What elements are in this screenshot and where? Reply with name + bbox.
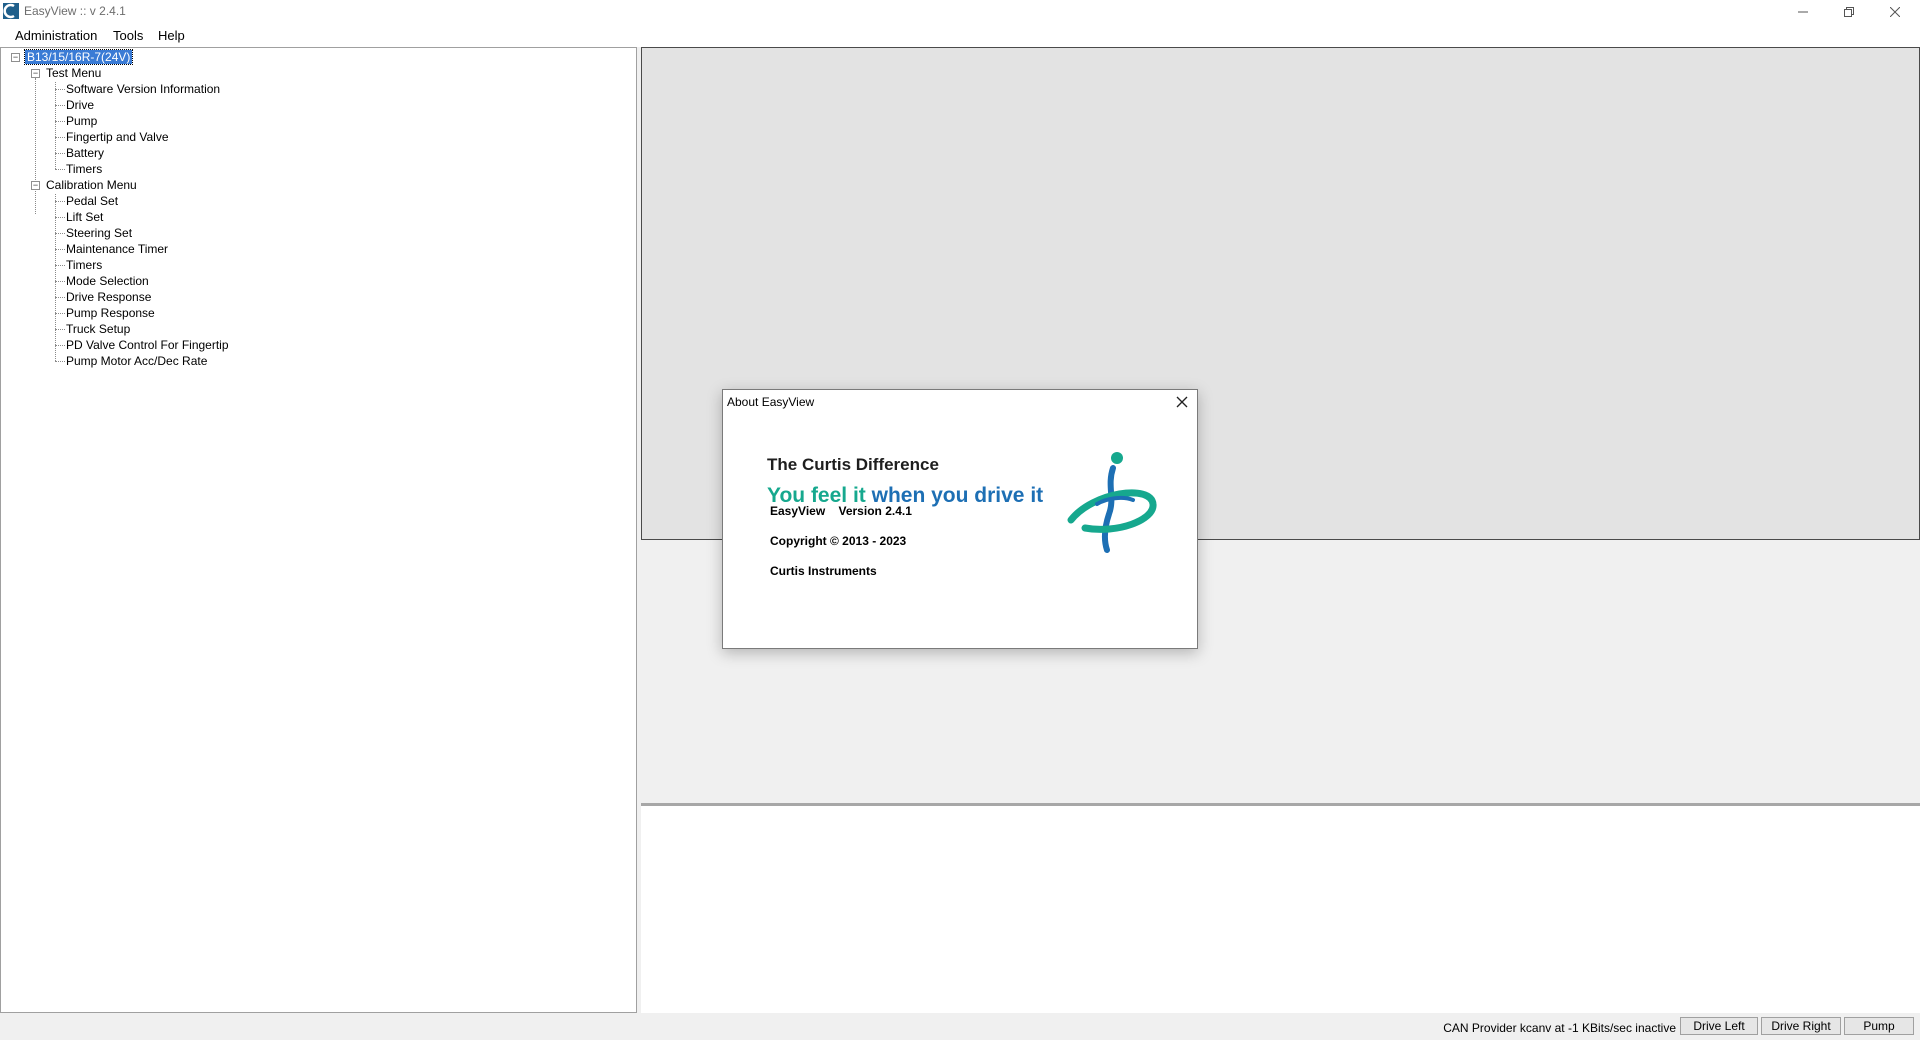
tree-item-drive-response[interactable]: Drive Response [66,290,151,304]
tree-root-label: B13/15/16R-7(24V) [23,49,134,65]
tree-item-mode-selection[interactable]: Mode Selection [66,274,149,288]
menu-administration[interactable]: Administration [15,28,97,43]
tree-item-fingertip-and-valve[interactable]: Fingertip and Valve [66,130,169,144]
tree-item-pump[interactable]: Pump [66,114,97,128]
tree-item-pedal-set[interactable]: Pedal Set [66,194,118,208]
close-button[interactable] [1872,0,1918,23]
root-collapse-toggle[interactable]: − [11,53,20,62]
restore-icon [1844,6,1854,17]
title-bar: EasyView :: v 2.4.1 [0,0,1920,23]
tree-item-steering-set[interactable]: Steering Set [66,226,132,240]
tree-item-drive[interactable]: Drive [66,98,94,112]
test-menu-collapse-toggle[interactable]: − [31,69,40,78]
menu-help[interactable]: Help [158,28,185,43]
tree-item-pump-motor-acc-dec-rate[interactable]: Pump Motor Acc/Dec Rate [66,354,207,368]
curtis-logo-icon [1067,452,1157,553]
app-icon [3,3,19,19]
navigation-tree: − B13/15/16R-7(24V) − Test Menu Software… [0,47,637,1013]
tree-group-calibration-menu[interactable]: Calibration Menu [46,178,137,192]
tree-group-test-menu[interactable]: Test Menu [46,66,101,80]
about-version: Version 2.4.1 [838,504,912,518]
tree-item-pump-response[interactable]: Pump Response [66,306,155,320]
drive-right-indicator[interactable]: Drive Right [1761,1017,1841,1035]
output-pane [641,806,1920,1013]
curtis-heading: The Curtis Difference [767,455,939,474]
tree-item-lift-set[interactable]: Lift Set [66,210,103,224]
menu-tools[interactable]: Tools [113,28,143,43]
restore-button[interactable] [1826,0,1872,23]
drive-left-indicator[interactable]: Drive Left [1680,1017,1758,1035]
close-icon[interactable] [1173,393,1191,411]
can-status-text: CAN Provider kcanv at -1 KBits/sec inact… [1443,1021,1676,1035]
window-title: EasyView :: v 2.4.1 [24,4,126,18]
minimize-button[interactable] [1780,0,1826,23]
about-product: EasyView [770,504,826,518]
calibration-menu-collapse-toggle[interactable]: − [31,181,40,190]
tree-item-pd-valve-control[interactable]: PD Valve Control For Fingertip [66,338,229,352]
tree-item-battery[interactable]: Battery [66,146,104,160]
tree-item-truck-setup[interactable]: Truck Setup [66,322,130,336]
tree-root[interactable]: B13/15/16R-7(24V) [23,49,134,65]
about-dialog-title: About EasyView [727,395,815,409]
about-dialog: About EasyView The Curtis Difference You… [722,389,1198,649]
tree-item-software-version-information[interactable]: Software Version Information [66,82,220,96]
about-copyright: Copyright © 2013 - 2023 [770,534,907,548]
pump-indicator[interactable]: Pump [1844,1017,1914,1035]
status-bar: CAN Provider kcanv at -1 KBits/sec inact… [0,1013,1920,1040]
about-product-version: EasyView Version 2.4.1 [770,504,912,518]
tree-item-calibration-timers[interactable]: Timers [66,258,102,272]
about-company: Curtis Instruments [770,564,877,578]
menu-bar: Administration Tools Help [0,23,1920,47]
tree-item-test-timers[interactable]: Timers [66,162,102,176]
close-icon [1890,6,1900,17]
tree-item-maintenance-timer[interactable]: Maintenance Timer [66,242,168,256]
minimize-icon [1798,11,1808,12]
